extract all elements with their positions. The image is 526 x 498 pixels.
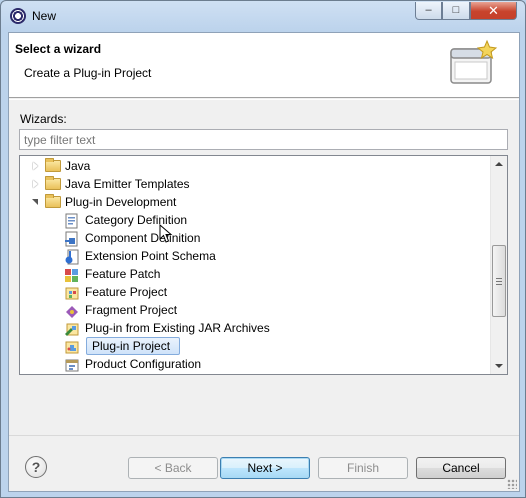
feature-patch-icon (65, 269, 78, 282)
help-icon: ? (31, 459, 41, 475)
help-button[interactable]: ? (25, 456, 47, 478)
minimize-icon: – (425, 4, 432, 16)
tree-item-fragment-project[interactable]: Fragment Project (20, 301, 490, 319)
title-bar[interactable]: New – □ ✕ (1, 1, 525, 31)
tree-vertical-scrollbar[interactable] (490, 156, 507, 374)
tree-item-extension-point-schema[interactable]: Extension Point Schema (20, 247, 490, 265)
tree-item-label: Extension Point Schema (85, 249, 216, 263)
close-icon: ✕ (488, 3, 499, 18)
plugin-project-icon (65, 341, 79, 354)
category-definition-icon (65, 213, 78, 229)
fragment-project-icon (66, 306, 78, 318)
next-button[interactable]: Next > (220, 457, 310, 479)
eclipse-app-icon (10, 8, 26, 24)
cancel-button[interactable]: Cancel (416, 457, 506, 479)
tree-item-label: Java Emitter Templates (65, 177, 190, 191)
expand-arrow-icon[interactable] (33, 180, 38, 188)
folder-icon (45, 158, 61, 172)
new-wizard-window: New – □ ✕ Select a wizard Create a Plug-… (0, 0, 526, 498)
tree-item-feature-project[interactable]: Feature Project (20, 283, 490, 301)
finish-button[interactable]: Finish (318, 457, 408, 479)
component-definition-icon (65, 231, 78, 247)
minimize-button[interactable]: – (415, 2, 442, 20)
tree-item-product-configuration[interactable]: Product Configuration (20, 355, 490, 373)
window-title: New (32, 9, 57, 23)
scroll-down-arrow-icon[interactable] (495, 364, 503, 368)
wizard-banner-icon (450, 39, 498, 84)
maximize-icon: □ (452, 4, 460, 16)
header-title: Select a wizard (15, 42, 102, 56)
tree-item-label: Java (65, 159, 91, 173)
back-button[interactable]: < Back (128, 457, 218, 479)
tree-item-label: Feature Project (85, 285, 168, 299)
tree-item-label: Feature Patch (85, 267, 161, 281)
maximize-button[interactable]: □ (442, 2, 470, 20)
dialog-client-area: Select a wizard Create a Plug-in Project… (8, 32, 520, 492)
feature-project-icon (65, 287, 79, 300)
header-separator (9, 99, 519, 100)
filter-input[interactable] (19, 129, 508, 150)
resize-grip-icon[interactable] (507, 479, 517, 489)
tree-item-label: Plug-in Development (65, 195, 177, 209)
folder-icon (45, 176, 61, 190)
expand-arrow-icon[interactable] (33, 162, 38, 170)
grip-icon (496, 278, 502, 285)
extension-point-schema-icon (65, 249, 79, 265)
tree-item-plugin-from-jar[interactable]: Plug-in from Existing JAR Archives (20, 319, 490, 337)
folder-open-icon (45, 194, 61, 208)
product-configuration-icon (65, 359, 79, 372)
scroll-up-arrow-icon[interactable] (495, 162, 503, 166)
scrollbar-thumb[interactable] (492, 245, 506, 317)
tree-item-component-definition[interactable]: Component Definition (20, 229, 490, 247)
tree-item-plugin-project[interactable]: Plug-in Project (20, 337, 490, 355)
tree-item-feature-patch[interactable]: Feature Patch (20, 265, 490, 283)
header-description: Create a Plug-in Project (24, 66, 152, 80)
wizard-tree[interactable]: Java Java Emitter Templates Plug-in Deve… (19, 155, 508, 375)
tree-item-java[interactable]: Java (20, 157, 490, 175)
tree-item-label: Plug-in Project (92, 339, 171, 353)
tree-item-plugin-development[interactable]: Plug-in Development (20, 193, 490, 211)
wizard-header: Select a wizard Create a Plug-in Project (9, 33, 519, 98)
mouse-cursor-icon (159, 224, 173, 243)
tree-item-java-emitter-templates[interactable]: Java Emitter Templates (20, 175, 490, 193)
close-button[interactable]: ✕ (470, 2, 517, 20)
tree-item-label: Component Definition (85, 231, 201, 245)
plugin-from-jar-icon (65, 323, 79, 336)
tree-item-label: Product Configuration (85, 357, 202, 371)
footer-separator (9, 435, 519, 436)
tree-item-label: Plug-in from Existing JAR Archives (85, 321, 270, 335)
tree-item-label: Fragment Project (85, 303, 178, 317)
collapse-arrow-icon[interactable] (32, 199, 38, 205)
tree-item-category-definition[interactable]: Category Definition (20, 211, 490, 229)
wizards-label: Wizards: (20, 112, 67, 126)
